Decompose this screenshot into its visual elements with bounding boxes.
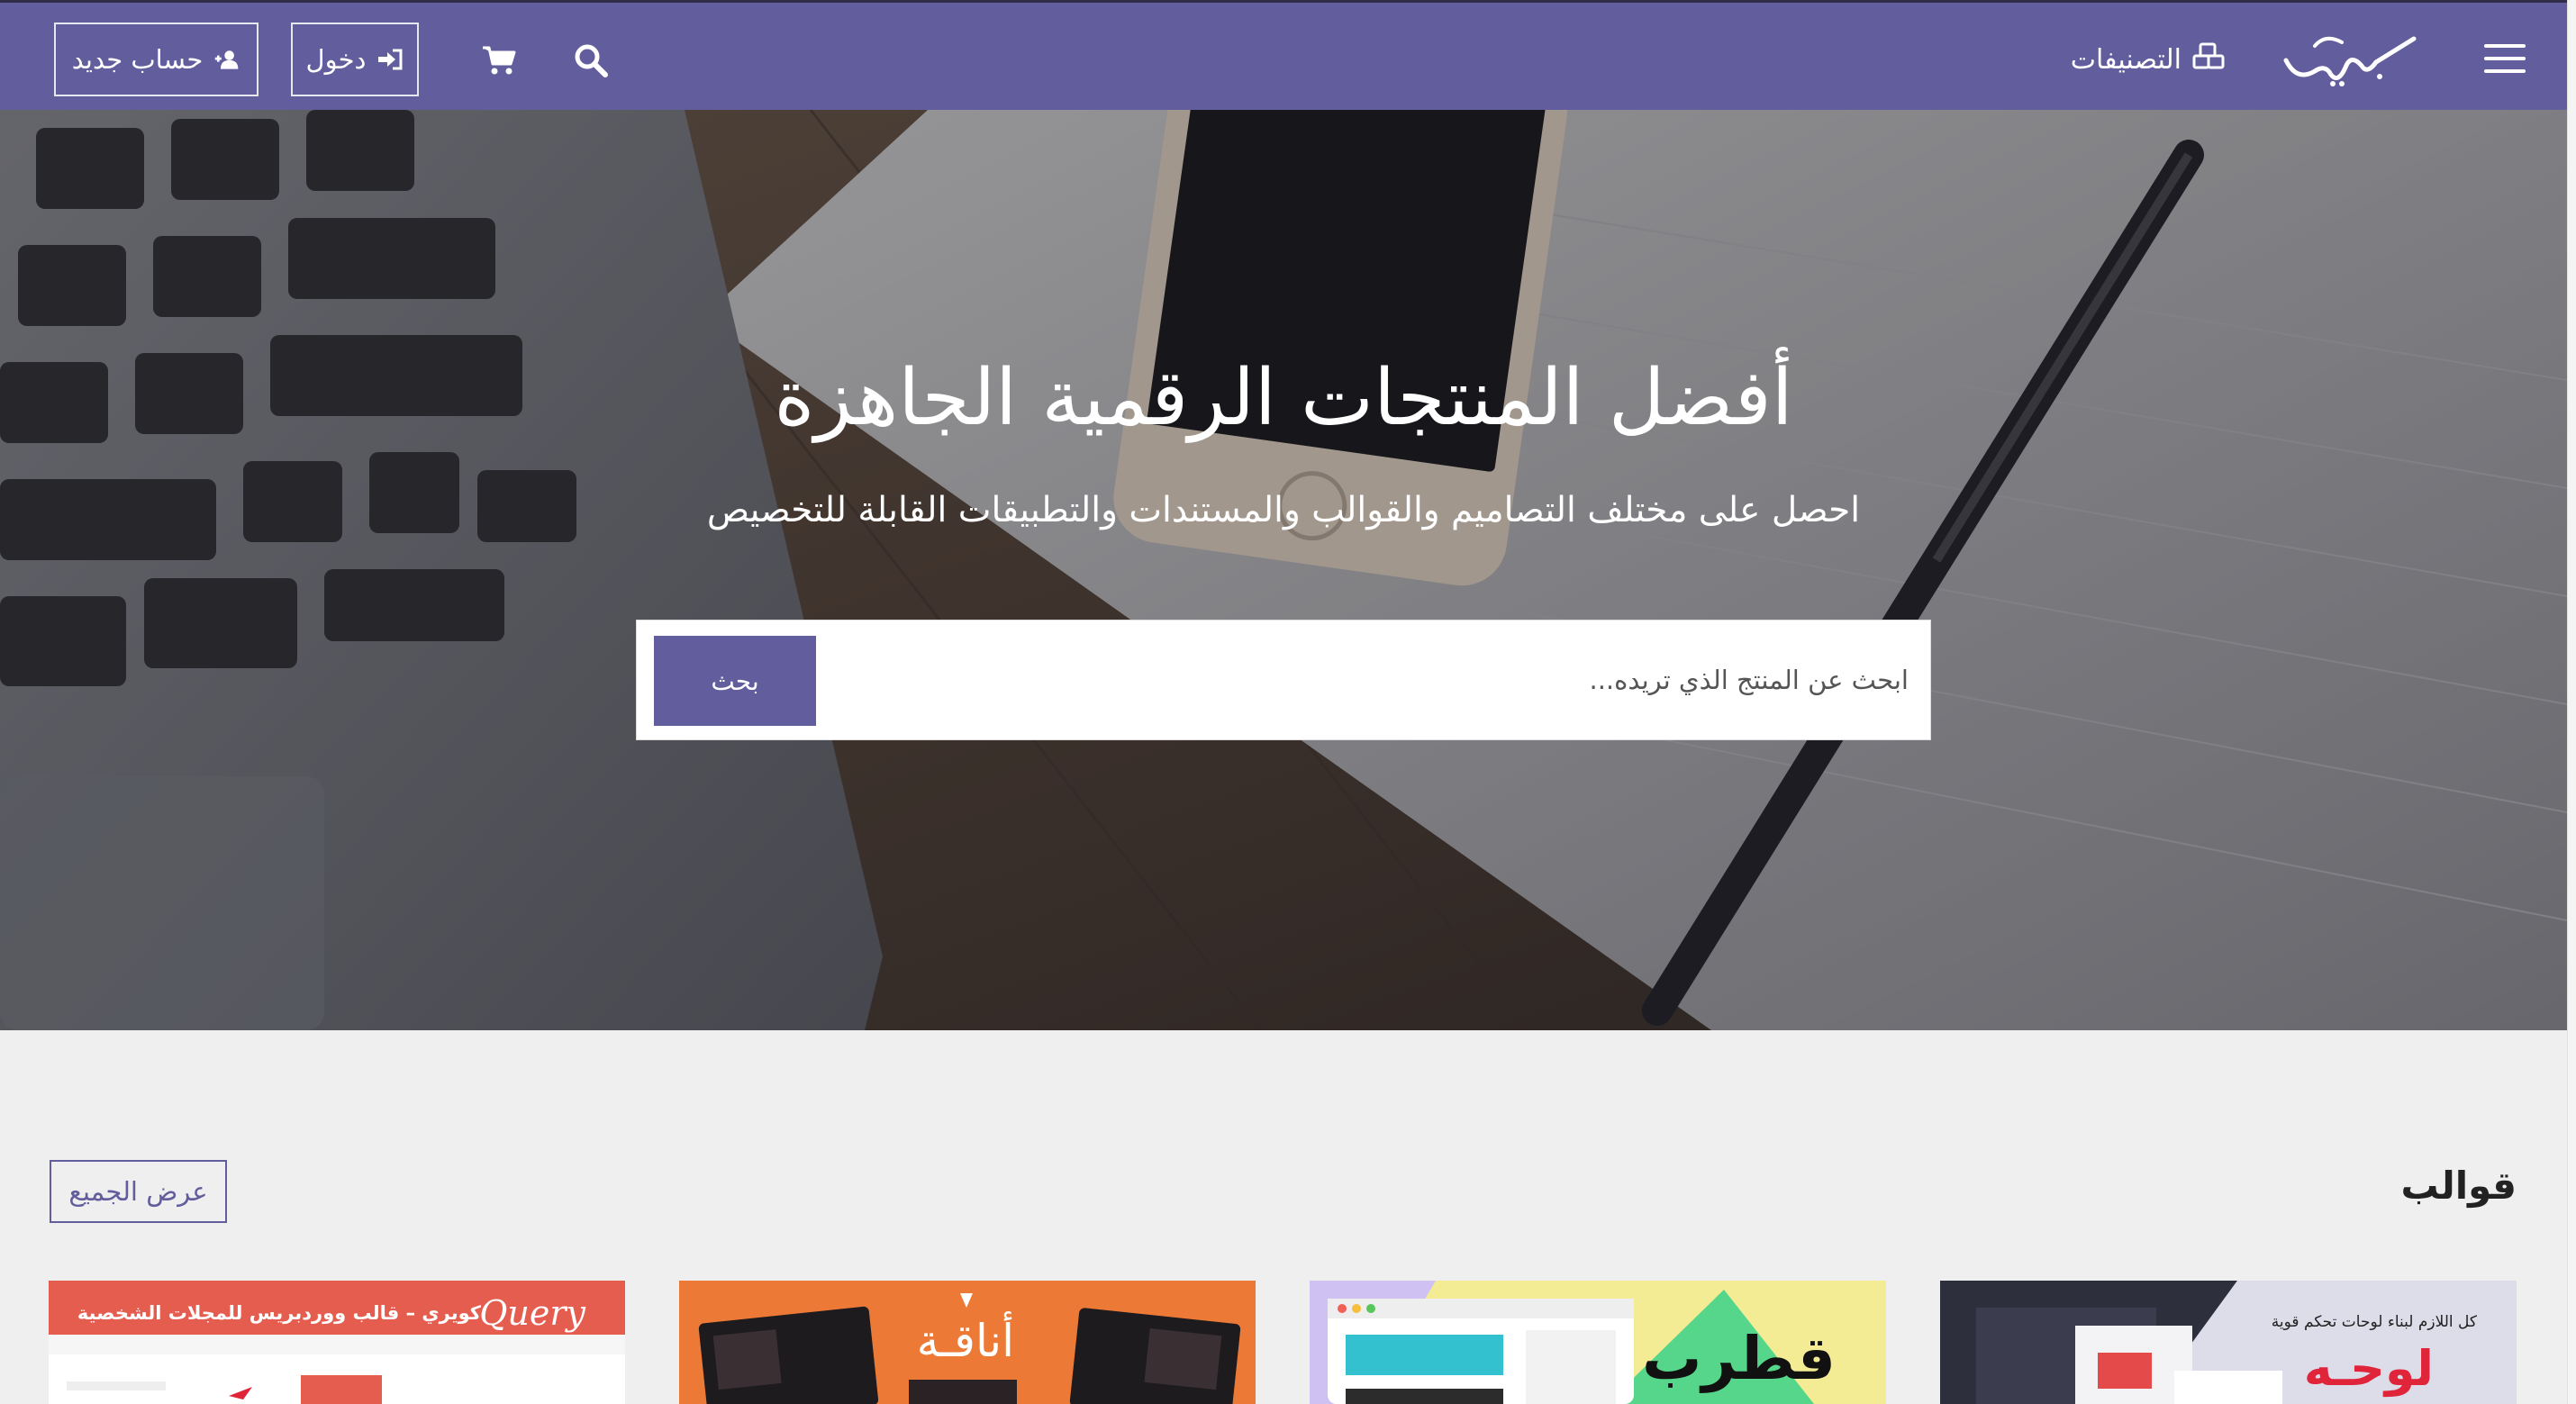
page-scrollbar[interactable] — [2567, 0, 2576, 1404]
user-plus-icon — [215, 50, 239, 69]
hero-overlay — [0, 110, 2567, 1030]
product-card[interactable]: أناقـة — [679, 1281, 1256, 1404]
card-brand: Query — [479, 1293, 585, 1333]
sign-in-icon — [378, 49, 403, 70]
hero-title: أفضل المنتجات الرقمية الجاهزة — [774, 353, 1793, 443]
register-button[interactable]: حساب جديد — [54, 23, 259, 96]
hero-subtitle: احصل على مختلف التصاميم والقوالب والمستن… — [706, 490, 1861, 530]
card-brand: لوحـه — [2303, 1340, 2434, 1397]
card-headline: كويري – قالب ووردبريس للمجلات الشخصية — [77, 1302, 481, 1324]
search-submit-button[interactable]: بحث — [654, 636, 816, 726]
page: التصنيفات دخول حساب جديد أفضل المنتجات ا… — [0, 0, 2567, 1404]
login-label: دخول — [305, 44, 367, 75]
top-navbar: التصنيفات دخول حساب جديد — [0, 0, 2567, 110]
view-all-button[interactable]: عرض الجميع — [50, 1160, 227, 1223]
product-card[interactable]: كل اللازم لبناء لوحات تحكم قوية لوحـه — [1940, 1281, 2517, 1404]
categories-menu[interactable]: التصنيفات — [2071, 39, 2225, 80]
product-search-input[interactable] — [864, 637, 1909, 723]
categories-icon — [2192, 42, 2225, 77]
hero-search-form: بحث — [636, 620, 1931, 740]
section-title-templates: قوالب — [2400, 1164, 2517, 1208]
hero-banner: أفضل المنتجات الرقمية الجاهزة احصل على م… — [0, 110, 2567, 1030]
product-card[interactable]: كويري – قالب ووردبريس للمجلات الشخصية Qu… — [49, 1281, 625, 1404]
cart-icon[interactable] — [481, 44, 517, 77]
product-card[interactable]: قطرب — [1310, 1281, 1886, 1404]
search-icon[interactable] — [573, 42, 609, 78]
site-logo[interactable] — [2279, 26, 2418, 89]
card-headline: كل اللازم لبناء لوحات تحكم قوية — [2271, 1313, 2477, 1331]
login-button[interactable]: دخول — [291, 23, 419, 96]
card-brand: قطرب — [1642, 1324, 1836, 1393]
menu-icon[interactable] — [2484, 44, 2526, 73]
card-brand: أناقـة — [916, 1315, 1014, 1367]
categories-label: التصنيفات — [2070, 43, 2181, 76]
register-label: حساب جديد — [71, 44, 204, 75]
